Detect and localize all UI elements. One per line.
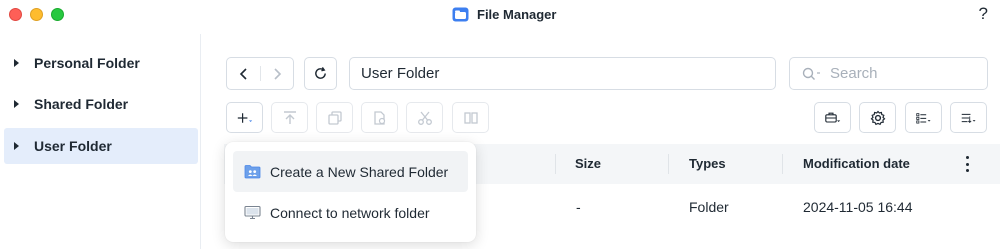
minimize-window-button[interactable] <box>30 8 43 21</box>
refresh-button[interactable] <box>304 57 337 90</box>
gear-icon <box>870 110 885 125</box>
create-menu: Create a New Shared Folder Connect to ne… <box>225 142 476 242</box>
sidebar-item-shared-folder[interactable]: Shared Folder <box>4 86 198 122</box>
copy-icon <box>327 110 342 125</box>
sort-button[interactable] <box>950 102 987 133</box>
expand-arrow-icon[interactable] <box>14 100 19 108</box>
briefcase-icon <box>824 112 840 123</box>
list-view-icon <box>915 112 931 123</box>
search-input[interactable]: Search <box>789 57 988 90</box>
paste-button[interactable] <box>361 102 398 133</box>
expand-arrow-icon[interactable] <box>14 142 19 150</box>
paste-icon <box>373 110 385 125</box>
search-placeholder: Search <box>830 65 878 82</box>
move-button[interactable] <box>452 102 489 133</box>
forward-button[interactable] <box>260 58 293 89</box>
window-title-text: File Manager <box>477 6 557 22</box>
cut-button[interactable] <box>406 102 443 133</box>
close-window-button[interactable] <box>9 8 22 21</box>
sidebar: Personal Folder Shared Folder User Folde… <box>0 34 201 249</box>
menu-item-create-shared-folder[interactable]: Create a New Shared Folder <box>233 151 468 192</box>
title-bar: File Manager ? <box>0 0 1000 32</box>
sidebar-item-label: User Folder <box>34 138 112 154</box>
expand-arrow-icon[interactable] <box>14 59 19 67</box>
chevron-right-icon <box>273 67 281 80</box>
history-nav <box>226 57 294 90</box>
row-type: Folder <box>689 199 729 215</box>
menu-item-connect-network-folder[interactable]: Connect to network folder <box>233 192 468 233</box>
sidebar-item-personal-folder[interactable]: Personal Folder <box>4 45 198 81</box>
window-title: File Manager <box>452 4 556 24</box>
scissors-icon <box>417 111 432 125</box>
menu-item-label: Create a New Shared Folder <box>270 163 449 180</box>
sidebar-item-label: Personal Folder <box>34 55 140 71</box>
copy-button[interactable] <box>316 102 353 133</box>
search-icon <box>802 67 820 80</box>
monitor-icon <box>244 205 261 220</box>
menu-item-label: Connect to network folder <box>270 204 430 221</box>
column-header-size[interactable]: Size <box>575 156 601 171</box>
move-icon <box>463 111 478 124</box>
path-field[interactable]: User Folder <box>349 57 776 90</box>
toolbox-button[interactable] <box>814 102 851 133</box>
column-options-icon[interactable] <box>964 155 970 173</box>
file-manager-app-icon <box>452 7 469 21</box>
help-button[interactable]: ? <box>979 4 988 24</box>
settings-button[interactable] <box>859 102 896 133</box>
path-text: User Folder <box>361 65 440 82</box>
create-button[interactable] <box>226 102 263 133</box>
plus-icon <box>237 112 252 123</box>
back-button[interactable] <box>227 58 260 89</box>
sidebar-item-user-folder[interactable]: User Folder <box>4 128 198 164</box>
chevron-left-icon <box>239 67 247 80</box>
refresh-icon <box>315 66 326 79</box>
row-modified: 2024-11-05 16:44 <box>803 199 913 215</box>
sort-icon <box>961 113 976 123</box>
upload-icon <box>283 110 296 124</box>
column-header-modification-date[interactable]: Modification date <box>803 156 910 171</box>
shared-folder-icon <box>244 165 261 179</box>
sidebar-item-label: Shared Folder <box>34 96 129 112</box>
view-mode-button[interactable] <box>905 102 942 133</box>
upload-button[interactable] <box>271 102 308 133</box>
row-size: - <box>576 199 581 215</box>
column-header-types[interactable]: Types <box>689 156 726 171</box>
maximize-window-button[interactable] <box>51 8 64 21</box>
